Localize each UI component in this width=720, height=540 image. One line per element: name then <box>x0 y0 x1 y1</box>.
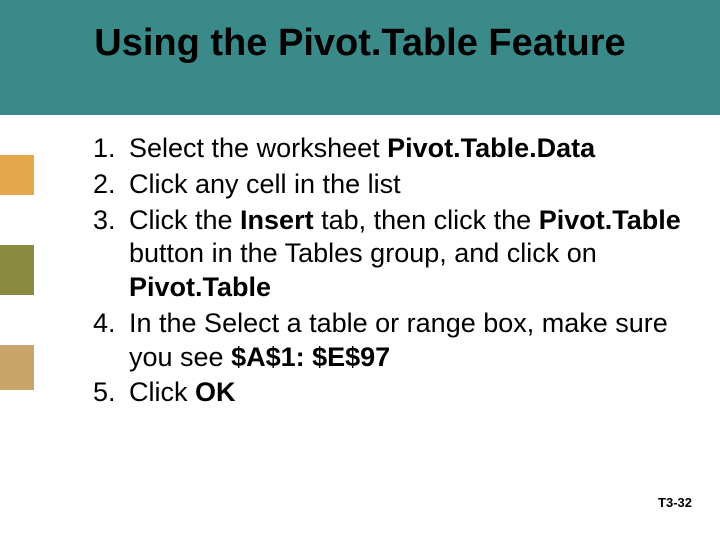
step-text: button in the Tables group, and click on <box>129 238 597 268</box>
accent-block <box>0 295 34 345</box>
step-text: Select the worksheet <box>129 133 387 163</box>
step-text: Click <box>129 377 195 407</box>
step-list: Select the worksheet Pivot.Table.Data Cl… <box>75 132 685 410</box>
list-item: Select the worksheet Pivot.Table.Data <box>123 132 685 166</box>
list-item: Click the Insert tab, then click the Piv… <box>123 204 685 305</box>
content-area: Select the worksheet Pivot.Table.Data Cl… <box>75 132 685 412</box>
step-bold: OK <box>195 377 236 407</box>
accent-block <box>0 345 34 390</box>
accent-block <box>0 245 34 295</box>
step-bold: Pivot.Table <box>129 272 271 302</box>
accent-block <box>0 115 34 155</box>
step-bold: Pivot.Table <box>539 205 681 235</box>
accent-block <box>0 155 34 195</box>
list-item: Click OK <box>123 376 685 410</box>
step-text: tab, then click the <box>314 205 539 235</box>
step-bold: Pivot.Table.Data <box>387 133 595 163</box>
step-text: Click the <box>129 205 240 235</box>
slide-title: Using the Pivot.Table Feature <box>0 22 720 65</box>
step-bold: $A$1: $E$97 <box>231 342 390 372</box>
slide: Using the Pivot.Table Feature Select the… <box>0 0 720 540</box>
slide-number: T3-32 <box>658 495 692 510</box>
list-item: In the Select a table or range box, make… <box>123 307 685 375</box>
step-bold: Insert <box>240 205 314 235</box>
step-text: Click any cell in the list <box>129 169 401 199</box>
list-item: Click any cell in the list <box>123 168 685 202</box>
accent-block <box>0 195 34 245</box>
step-text: In the Select a table or range box, make… <box>129 308 668 372</box>
left-accent-blocks <box>0 115 34 390</box>
